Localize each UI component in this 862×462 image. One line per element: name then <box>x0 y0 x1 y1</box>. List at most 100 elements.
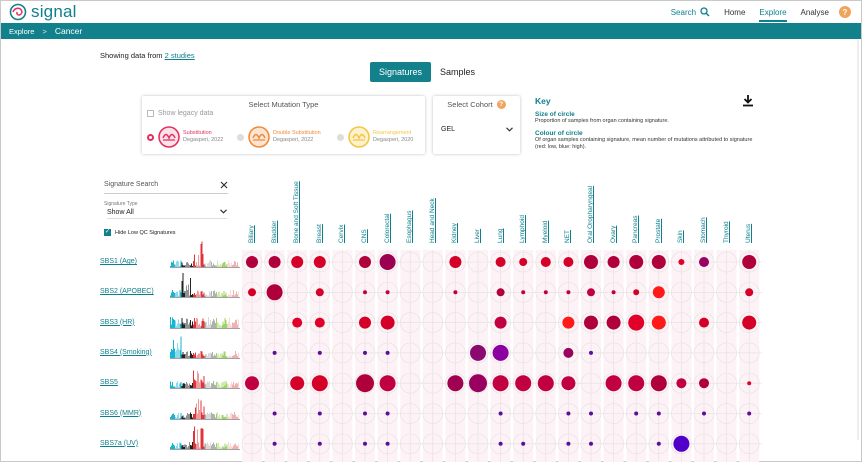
spectrum-bar <box>223 291 225 298</box>
signature-link[interactable]: SBS4 (Smoking) <box>100 349 152 356</box>
spectrum-bar <box>217 381 219 389</box>
spectrum-bar <box>193 294 194 298</box>
signature-link[interactable]: SBS1 (Age) <box>100 258 137 265</box>
nav-home[interactable]: Home <box>724 8 745 17</box>
tab-signatures[interactable]: Signatures <box>370 62 432 82</box>
spectrum-bar <box>213 263 214 267</box>
cohort-select[interactable]: GEL <box>441 126 513 133</box>
spectrum-bar <box>176 261 178 267</box>
hide-low-qc-checkbox[interactable]: ✓ Hide Low QC Signatures <box>104 229 176 236</box>
organ-column-label[interactable]: Kidney <box>451 223 458 243</box>
organ-column-label[interactable]: Bone and Soft Tissue <box>293 181 300 243</box>
signal-logo[interactable]: signal <box>9 2 77 21</box>
organ-column-label[interactable]: Lymphoid <box>519 215 526 243</box>
vertical-scrollbar[interactable] <box>857 40 859 440</box>
organ-column-label[interactable]: Oral Oropharyngeal <box>587 186 594 243</box>
spectrum-bar <box>225 356 227 358</box>
spectrum-bar <box>199 323 201 328</box>
signature-link[interactable]: SBS3 (HR) <box>100 319 135 326</box>
help-icon[interactable]: ? <box>839 6 851 18</box>
radio-substitution[interactable] <box>147 133 154 141</box>
organ-column-label[interactable]: Uterus <box>745 224 752 243</box>
spectrum-bar <box>217 443 219 449</box>
spectrum-bar <box>182 414 184 419</box>
organ-column-label[interactable]: Skin <box>677 230 684 243</box>
nav-analyse[interactable]: Analyse <box>801 8 829 17</box>
radio-double-substitution[interactable] <box>237 133 244 141</box>
cohort-help-icon[interactable]: ? <box>496 100 506 109</box>
spectrum-bar <box>171 261 172 267</box>
spectrum-bar <box>215 322 216 328</box>
signature-type-select[interactable]: Show All <box>107 209 227 219</box>
organ-column-label[interactable]: Breast <box>316 224 323 243</box>
spectrum-bar <box>175 293 177 298</box>
spectrum-bar <box>197 317 199 328</box>
spectrum-bar <box>216 317 217 328</box>
mutation-option-rearrangement[interactable]: Rearrangement Degasperi, 2020 <box>337 126 413 148</box>
signature-link[interactable]: SBS6 (MMR) <box>100 410 141 417</box>
organ-column-label[interactable]: Bladder <box>271 221 278 243</box>
spectrum-bar <box>213 381 214 389</box>
organ-column-label[interactable]: Biliary <box>248 225 255 243</box>
show-legacy-checkbox[interactable]: Show legacy data <box>147 110 213 117</box>
mutation-option-double-substitution[interactable]: Double Substitution Degasperi, 2022 <box>237 126 321 148</box>
legacy-label: Show legacy data <box>158 110 214 117</box>
signature-link[interactable]: SBS5 <box>100 379 118 386</box>
spectrum-bar <box>228 262 230 267</box>
nav-search[interactable]: Search <box>671 7 710 17</box>
spectrum-bar <box>173 444 174 449</box>
organ-column-label[interactable]: Lung <box>497 229 504 243</box>
organ-column-label[interactable]: Thyroid <box>723 221 730 243</box>
nav-explore[interactable]: Explore <box>759 8 787 22</box>
radio-rearrangement[interactable] <box>337 133 344 141</box>
spectrum-bar <box>203 320 205 328</box>
organ-column-label[interactable]: Pancreas <box>632 216 639 243</box>
organ-column-label[interactable]: NET <box>564 230 571 243</box>
spectrum-bar <box>203 355 205 358</box>
spectrum-bar <box>219 446 221 449</box>
spectrum-bar <box>238 443 240 449</box>
mutation-option-substitution[interactable]: Substitution Degasperi, 2022 <box>147 126 223 148</box>
spectrum-bar <box>212 443 213 449</box>
spectrum-bar <box>218 264 220 267</box>
organ-column-label[interactable]: CNS <box>361 229 368 243</box>
signature-link[interactable]: SBS2 (APOBEC) <box>100 288 154 295</box>
organ-column-label[interactable]: Esophagus <box>406 210 413 243</box>
spectrum-bar <box>210 383 212 389</box>
legacy-checkbox-box[interactable] <box>147 110 154 117</box>
signature-link[interactable]: SBS7a (UV) <box>100 440 138 447</box>
spectrum-bar <box>174 293 175 298</box>
download-icon[interactable] <box>742 94 754 107</box>
spectrum-bar <box>230 295 232 298</box>
organ-column-label[interactable]: Cervix <box>338 225 345 243</box>
key-colour-heading: Colour of circle <box>535 130 583 137</box>
organ-column-label[interactable]: Stomach <box>700 217 707 243</box>
spectrum-bar <box>238 414 240 419</box>
spectrum-bar <box>204 442 206 449</box>
spectrum-bar <box>210 353 212 358</box>
organ-column-label[interactable]: Liver <box>474 229 481 243</box>
check-icon[interactable]: ✓ <box>104 229 111 236</box>
spectrum-bar <box>221 353 223 358</box>
spectrum-bar <box>181 262 183 267</box>
spectrum-bar <box>175 386 177 389</box>
signature-search-input[interactable]: Signature Search <box>104 181 228 194</box>
spectrum-bar <box>223 381 225 389</box>
organ-column-label[interactable]: Ovary <box>610 226 617 243</box>
organ-column-label[interactable]: Prostate <box>655 219 662 243</box>
organ-column-label[interactable]: Myeloid <box>542 221 549 243</box>
tab-samples[interactable]: Samples <box>431 62 484 82</box>
organ-column-label[interactable]: Colorectal <box>384 214 391 243</box>
spectrum-bar <box>182 351 184 358</box>
spectrum-bar <box>178 412 180 419</box>
studies-link[interactable]: 2 studies <box>165 51 195 60</box>
spectrum-bar <box>197 354 199 358</box>
spectrum-bar <box>227 356 229 358</box>
spectrum-bar <box>186 412 188 419</box>
close-icon[interactable] <box>220 181 228 189</box>
spectrum-bar <box>183 293 185 298</box>
spectrum-bar <box>184 417 186 419</box>
breadcrumb-explore[interactable]: Explore <box>9 27 34 36</box>
organ-column-label[interactable]: Head and Neck <box>429 198 436 243</box>
spectrum-bar <box>218 322 220 328</box>
